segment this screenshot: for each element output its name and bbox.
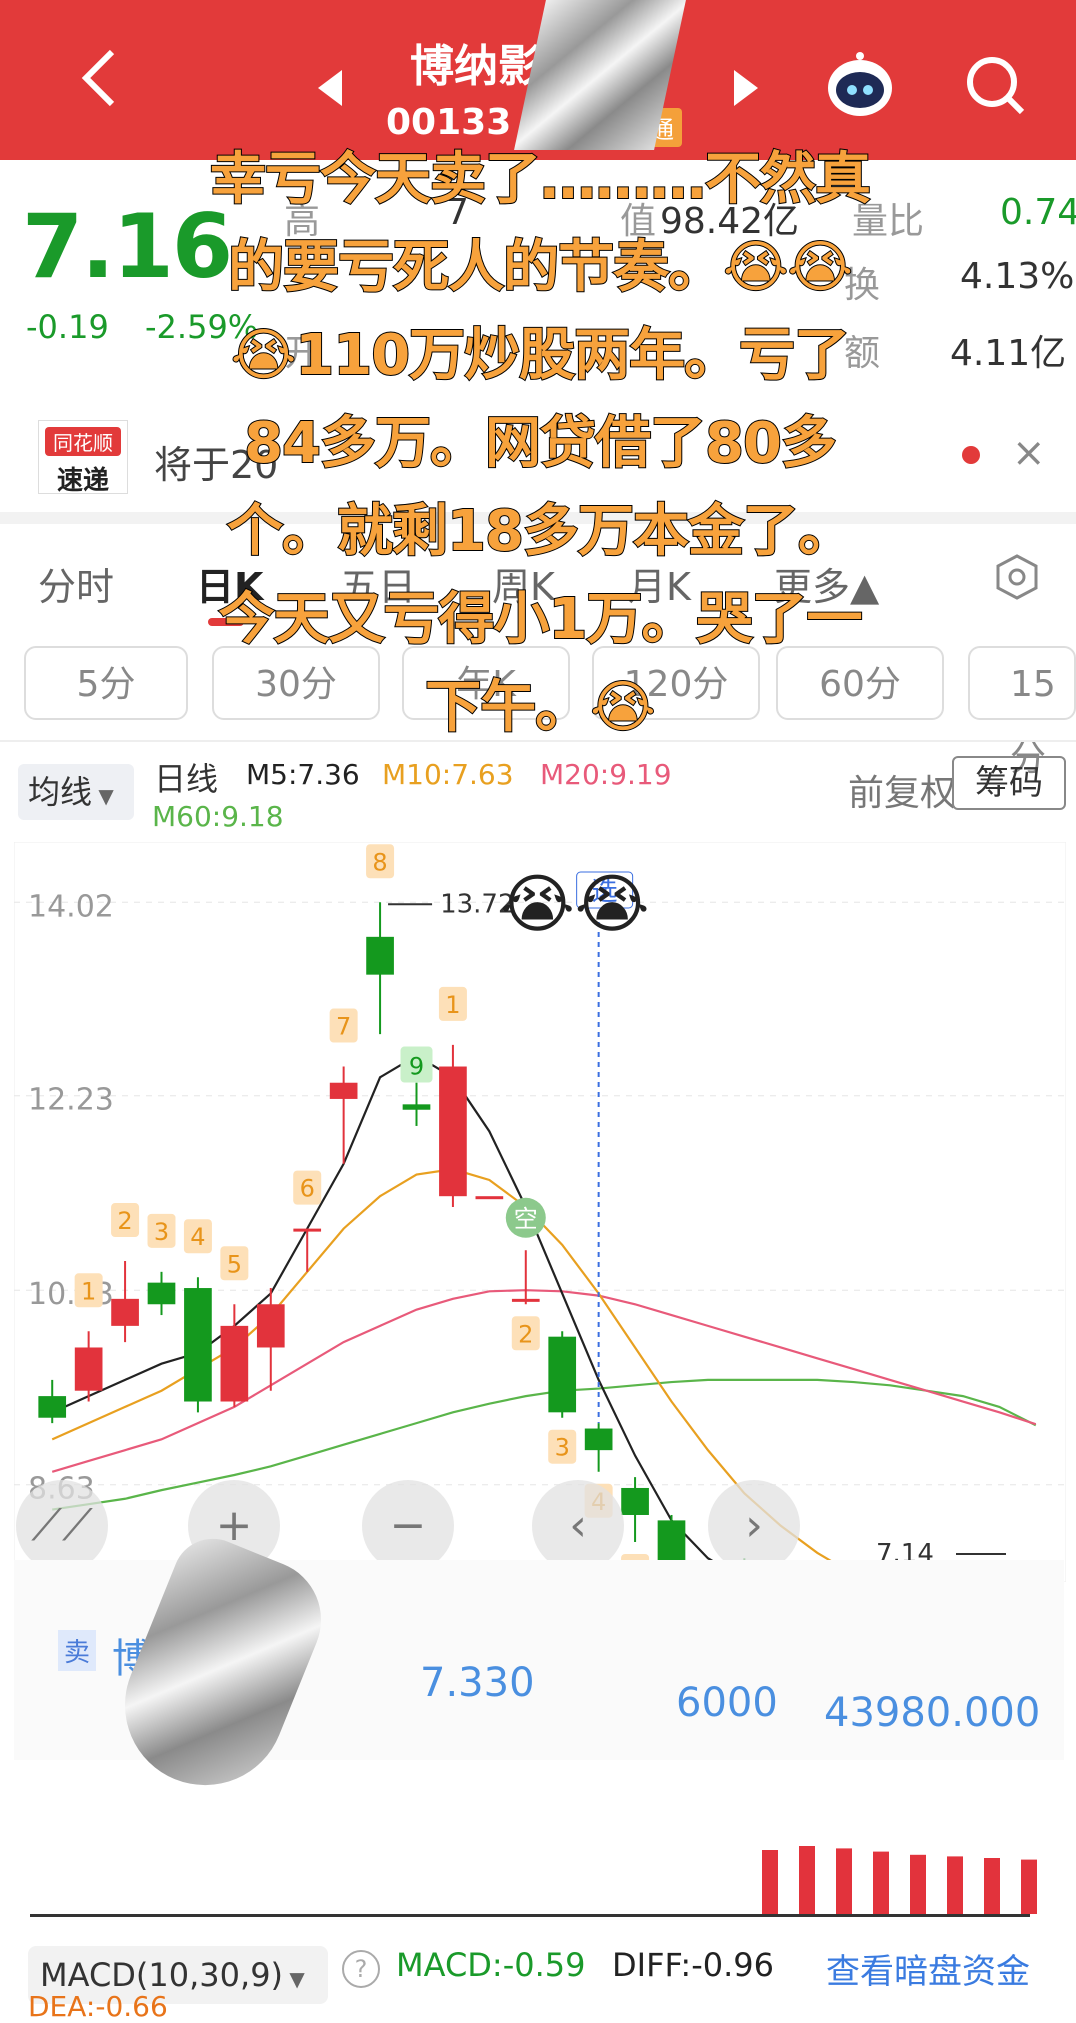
volume-bar bbox=[836, 1848, 852, 1914]
period-5min[interactable]: 5分 bbox=[24, 646, 188, 720]
ma20-value: M20:9.19 bbox=[540, 758, 672, 791]
adjustment-toggle[interactable]: 前复权 bbox=[848, 764, 956, 816]
signal-label: 8 bbox=[372, 848, 387, 876]
candle-body bbox=[220, 1325, 249, 1402]
current-price: 7.16 bbox=[22, 195, 233, 298]
volume-bar bbox=[762, 1850, 778, 1914]
turnover-value: 4.13% bbox=[960, 256, 1075, 297]
volume-bar bbox=[1021, 1859, 1037, 1914]
diff-value: DIFF:-0.96 bbox=[612, 1946, 774, 1984]
daily-line-label: 日线 bbox=[154, 760, 219, 798]
ma5-value: M5:7.36 bbox=[246, 758, 360, 791]
search-icon[interactable] bbox=[962, 52, 1028, 118]
dark-pool-link[interactable]: 查看暗盘资金 bbox=[826, 1944, 1030, 1993]
robot-assistant-icon[interactable] bbox=[822, 50, 898, 120]
candle-body bbox=[439, 1066, 467, 1197]
tab-intraday[interactable]: 分时 bbox=[38, 556, 114, 611]
candle-body bbox=[366, 936, 394, 975]
trade-price: 7.330 bbox=[420, 1660, 535, 1706]
candlestick-chart[interactable]: 14.0212.2310.438.63 12345678123456789123… bbox=[14, 842, 1066, 1582]
help-icon[interactable]: ? bbox=[342, 1950, 380, 1988]
candle-body bbox=[38, 1396, 67, 1418]
candle-body bbox=[548, 1336, 577, 1413]
volume-baseline bbox=[30, 1914, 1030, 1917]
signal-label: 2 bbox=[117, 1207, 132, 1235]
price-change: -0.19 bbox=[26, 308, 109, 346]
y-tick-label: 14.02 bbox=[28, 889, 114, 924]
indicator-dropdown-label: MACD(10,30,9) bbox=[40, 1956, 284, 1994]
stock-title: 博纳影 bbox=[410, 41, 542, 92]
candle-body bbox=[184, 1288, 212, 1402]
signal-label: 5 bbox=[227, 1250, 242, 1278]
candle-body bbox=[256, 1304, 285, 1348]
overlay-caption: 幸亏今天卖了………不然真的要亏死人的节奏。😭😭😭110万炒股两年。亏了84多万。… bbox=[209, 146, 872, 741]
candle-body bbox=[111, 1298, 139, 1326]
ma10-value: M10:7.63 bbox=[382, 758, 514, 791]
tonghuashun-logo: 同花顺 速递 bbox=[38, 420, 128, 496]
ma-dropdown-label: 均线 bbox=[28, 773, 93, 811]
candle-body bbox=[402, 1104, 431, 1110]
dea-value: DEA:-0.66 bbox=[28, 1990, 168, 2023]
volume-chart bbox=[762, 1846, 1037, 1914]
pan-right-button[interactable]: › bbox=[708, 1480, 800, 1572]
logo-top-text: 同花顺 bbox=[45, 427, 121, 456]
signal-label: 6 bbox=[300, 1175, 315, 1203]
candle-body bbox=[584, 1428, 613, 1451]
candle-body bbox=[511, 1298, 540, 1302]
volume-bar bbox=[910, 1854, 926, 1914]
dropdown-arrow-icon: ▼ bbox=[283, 1967, 305, 1991]
draw-tool-button[interactable]: ⟋⟋ bbox=[16, 1480, 108, 1572]
sell-badge: 卖 bbox=[58, 1630, 97, 1671]
trade-amount: 43980.000 bbox=[824, 1690, 1041, 1736]
back-icon[interactable] bbox=[78, 48, 118, 108]
candle-body bbox=[475, 1196, 504, 1200]
candle-body bbox=[293, 1228, 322, 1232]
settings-icon[interactable] bbox=[994, 554, 1040, 600]
previous-stock-icon[interactable] bbox=[318, 70, 342, 106]
y-tick-label: 12.23 bbox=[28, 1083, 114, 1118]
volume-bar bbox=[984, 1858, 1000, 1914]
news-close-button[interactable]: × bbox=[1012, 430, 1046, 476]
crying-emojis: 😭😭 bbox=[500, 868, 650, 942]
ma-dropdown[interactable]: 均线 ▼ bbox=[18, 764, 134, 820]
ma60-value: M60:9.18 bbox=[152, 800, 284, 833]
candle-body bbox=[147, 1282, 176, 1305]
signal-label: 4 bbox=[190, 1223, 205, 1251]
volume-bar bbox=[799, 1846, 815, 1914]
volume-ratio-value: 0.74 bbox=[1000, 192, 1076, 233]
volume-bar bbox=[873, 1851, 889, 1914]
volume-bar bbox=[947, 1856, 963, 1914]
logo-bottom-text: 速递 bbox=[56, 466, 109, 496]
next-stock-icon[interactable] bbox=[734, 70, 758, 106]
signal-label: 2 bbox=[518, 1320, 533, 1348]
signal-label: 1 bbox=[445, 991, 460, 1019]
candle-body bbox=[621, 1487, 649, 1515]
dropdown-arrow-icon: ▼ bbox=[92, 784, 114, 808]
signal-label: 7 bbox=[336, 1013, 351, 1041]
green-nine-label: 9 bbox=[409, 1053, 424, 1081]
zoom-out-button[interactable]: − bbox=[362, 1480, 454, 1572]
chips-button[interactable]: 筹码 bbox=[952, 756, 1066, 810]
pan-left-button[interactable]: ‹ bbox=[532, 1480, 624, 1572]
period-15min[interactable]: 15分 bbox=[968, 646, 1076, 779]
signal-label: 1 bbox=[81, 1277, 96, 1305]
candle-body bbox=[329, 1082, 358, 1099]
empty-signal-label: 空 bbox=[514, 1205, 538, 1233]
signal-label: 3 bbox=[154, 1218, 169, 1246]
unread-dot bbox=[962, 446, 980, 464]
trade-quantity: 6000 bbox=[676, 1680, 778, 1726]
signal-label: 3 bbox=[555, 1434, 570, 1462]
macd-value: MACD:-0.59 bbox=[396, 1946, 586, 1984]
candle-body bbox=[74, 1347, 103, 1391]
amount-value: 4.11亿 bbox=[950, 333, 1067, 374]
